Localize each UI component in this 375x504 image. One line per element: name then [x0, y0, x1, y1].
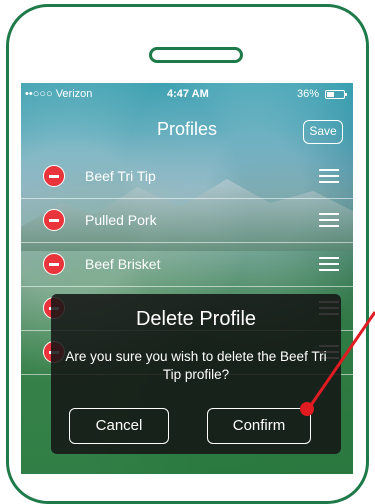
list-item[interactable]: Pulled Pork — [21, 199, 353, 243]
confirm-button[interactable]: Confirm — [207, 408, 311, 444]
carrier-text: ••○○○ Verizon — [25, 88, 93, 100]
profile-name: Beef Brisket — [85, 256, 161, 272]
cancel-button[interactable]: Cancel — [69, 408, 169, 444]
list-item[interactable]: Beef Brisket — [21, 243, 353, 287]
delete-minus-icon[interactable] — [43, 253, 65, 275]
dialog-message: Are you sure you wish to delete the Beef… — [65, 349, 327, 382]
navigation-bar: Profiles Save — [21, 107, 353, 151]
battery-percent: 36% — [296, 88, 319, 100]
profile-name: Beef Tri Tip — [85, 168, 156, 184]
dialog-title: Delete Profile — [135, 308, 257, 330]
delete-minus-icon[interactable] — [43, 165, 65, 187]
delete-minus-icon[interactable] — [43, 209, 65, 231]
list-item[interactable]: Beef Tri Tip — [21, 155, 353, 199]
reorder-handle-icon[interactable] — [319, 213, 339, 227]
speaker-slot — [149, 47, 243, 63]
reorder-handle-icon[interactable] — [319, 169, 339, 183]
save-button[interactable]: Save — [303, 120, 343, 144]
status-bar: ••○○○ Verizon 4:47 AM 36% — [21, 83, 353, 105]
profile-name: Pulled Pork — [85, 212, 157, 228]
clock-time: 4:47 AM — [167, 88, 209, 100]
delete-confirmation-dialog: Delete Profile Are you sure you wish to … — [51, 294, 341, 454]
battery-icon — [325, 90, 347, 99]
reorder-handle-icon[interactable] — [319, 257, 339, 271]
